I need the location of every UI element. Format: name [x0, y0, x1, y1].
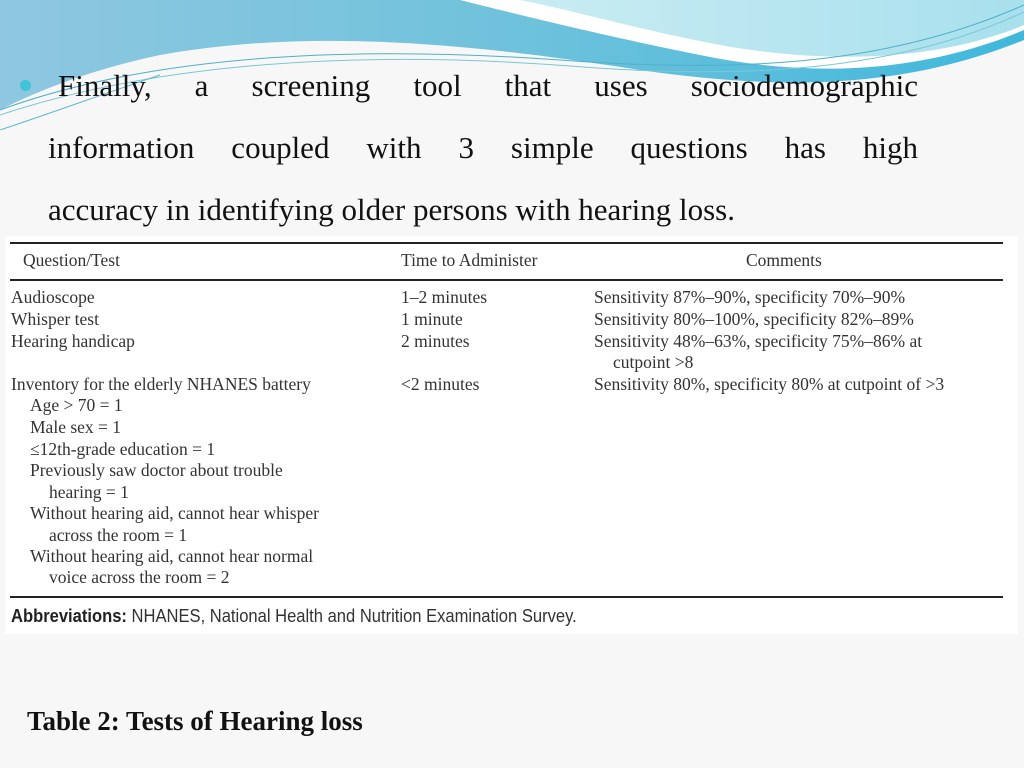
row-comment: Sensitivity 80%–100%, specificity 82%–89…: [594, 309, 914, 329]
row-comment: Sensitivity 80%, specificity 80% at cutp…: [594, 374, 945, 394]
bullet-icon: [20, 80, 31, 91]
row-test: Hearing handicap: [11, 331, 135, 351]
row-comment: Sensitivity 48%–63%, specificity 75%–86%…: [594, 331, 923, 351]
header-comments: Comments: [746, 250, 822, 270]
row-time: 1 minute: [401, 309, 463, 329]
paragraph-line-3: accuracy in identifying older persons wi…: [48, 192, 735, 227]
paragraph-line-2: information coupled with 3 simple questi…: [48, 130, 918, 165]
nhanes-item-continued: voice across the room = 2: [49, 567, 230, 587]
table-top-rule: [10, 242, 1003, 244]
nhanes-item: Age > 70 = 1: [30, 395, 123, 415]
hearing-tests-table: Question/Test Time to Administer Comment…: [5, 236, 1018, 634]
row-comment-continued: cutpoint >8: [613, 352, 694, 372]
paragraph-line-1: Finally, a screening tool that uses soci…: [58, 68, 918, 103]
row-time: <2 minutes: [401, 374, 480, 394]
header-question-test: Question/Test: [23, 250, 120, 270]
row-time: 2 minutes: [401, 331, 470, 351]
row-test: Inventory for the elderly NHANES battery: [11, 374, 311, 394]
abbreviations-text: NHANES, National Health and Nutrition Ex…: [126, 606, 577, 626]
row-test: Audioscope: [11, 287, 95, 307]
nhanes-item: ≤12th-grade education = 1: [30, 439, 216, 459]
abbreviations-label: Abbreviations:: [11, 606, 127, 626]
row-time: 1–2 minutes: [401, 287, 488, 307]
nhanes-item: Without hearing aid, cannot hear whisper: [30, 503, 319, 523]
table-caption: Table 2: Tests of Hearing loss: [27, 706, 363, 736]
bullet-paragraph: Finally, a screening tool that uses soci…: [48, 55, 918, 241]
nhanes-item: Male sex = 1: [30, 417, 122, 437]
nhanes-item: Without hearing aid, cannot hear normal: [30, 546, 314, 566]
table-bottom-rule: [10, 596, 1003, 598]
nhanes-item-continued: across the room = 1: [49, 525, 188, 545]
row-test: Whisper test: [11, 309, 99, 329]
abbreviations-note: Abbreviations: NHANES, National Health a…: [11, 606, 577, 627]
row-comment: Sensitivity 87%–90%, specificity 70%–90%: [594, 287, 906, 307]
header-rule: [10, 279, 1003, 281]
nhanes-item-continued: hearing = 1: [49, 482, 129, 502]
nhanes-item: Previously saw doctor about trouble: [30, 460, 283, 480]
header-time: Time to Administer: [401, 250, 538, 270]
